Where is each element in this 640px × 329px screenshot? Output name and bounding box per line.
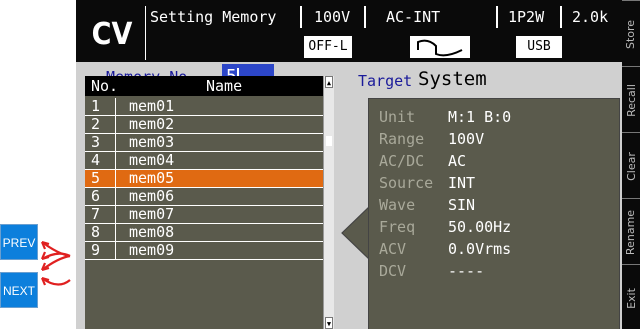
header-divider bbox=[364, 6, 366, 28]
softkey-store[interactable]: Store bbox=[622, 0, 640, 67]
row-name: mem02 bbox=[129, 115, 175, 133]
sine-wave-icon bbox=[410, 36, 470, 58]
memory-list[interactable]: No. Name 1 mem01 2 mem02 3 mem03 4 mem04 5 mem05 6… bbox=[85, 76, 332, 329]
status-header: CV Setting Memory 100V AC-INT 1P2W 2.0k … bbox=[76, 0, 622, 62]
detail-label: AC/DC bbox=[379, 152, 425, 170]
row-divider bbox=[115, 152, 116, 169]
row-divider bbox=[115, 134, 116, 151]
row-name: mem09 bbox=[129, 241, 175, 259]
list-item[interactable]: 5 mem05 bbox=[85, 170, 332, 187]
header-divider bbox=[496, 6, 498, 28]
phase-indicator: 1P2W bbox=[508, 8, 545, 26]
source-indicator: AC-INT bbox=[386, 8, 441, 26]
softkey-bar: Store Recall Clear Rename Exit bbox=[622, 0, 640, 329]
row-name: mem05 bbox=[129, 169, 175, 187]
detail-value: AC bbox=[448, 152, 467, 170]
list-item[interactable]: 9 mem09 bbox=[85, 242, 332, 259]
row-number: 3 bbox=[91, 133, 101, 151]
detail-label: Unit bbox=[379, 108, 416, 126]
list-item[interactable]: 6 mem06 bbox=[85, 188, 332, 205]
detail-label: Freq bbox=[379, 218, 416, 236]
row-number: 7 bbox=[91, 205, 101, 223]
row-divider bbox=[115, 98, 116, 115]
detail-label: DCV bbox=[379, 262, 407, 280]
device-screen: CV Setting Memory 100V AC-INT 1P2W 2.0k … bbox=[76, 0, 640, 329]
detail-value: INT bbox=[448, 174, 476, 192]
detail-value: 100V bbox=[448, 130, 485, 148]
memory-details-panel: Unit M:1 B:0 Range 100V AC/DC AC Source INT Wave… bbox=[368, 98, 620, 329]
row-number: 5 bbox=[91, 169, 101, 187]
row-number: 4 bbox=[91, 151, 101, 169]
target-value: System bbox=[418, 68, 487, 90]
next-button[interactable]: NEXT bbox=[0, 272, 38, 308]
target-label: Target bbox=[358, 72, 413, 90]
sine-wave-icon bbox=[417, 39, 463, 57]
detail-label: Source bbox=[379, 174, 434, 192]
softkey-label: Recall bbox=[624, 83, 638, 117]
capacity-indicator: 2.0k bbox=[572, 8, 609, 26]
list-item[interactable]: 2 mem02 bbox=[85, 116, 332, 133]
list-header: No. Name bbox=[85, 76, 332, 96]
softkey-label: Exit bbox=[624, 287, 638, 309]
output-status-badge: OFF-L bbox=[304, 36, 352, 58]
list-scrollbar[interactable]: ▲ ▼ bbox=[323, 76, 334, 329]
row-name: mem03 bbox=[129, 133, 175, 151]
row-name: mem01 bbox=[129, 97, 175, 115]
row-name: mem04 bbox=[129, 151, 175, 169]
row-number: 9 bbox=[91, 241, 101, 259]
row-separator bbox=[85, 259, 332, 260]
softkey-label: Store bbox=[624, 19, 638, 49]
header-divider bbox=[300, 6, 302, 28]
row-divider bbox=[115, 242, 116, 259]
scroll-thumb[interactable] bbox=[326, 136, 332, 146]
screen-title: Setting Memory bbox=[150, 8, 277, 26]
row-number: 2 bbox=[91, 115, 101, 133]
row-divider bbox=[115, 188, 116, 205]
row-divider bbox=[115, 170, 116, 187]
row-name: mem07 bbox=[129, 205, 175, 223]
header-divider bbox=[560, 6, 562, 28]
row-divider bbox=[115, 116, 116, 133]
range-indicator: 100V bbox=[314, 8, 351, 26]
detail-label: Wave bbox=[379, 196, 416, 214]
detail-label: Range bbox=[379, 130, 425, 148]
list-item[interactable]: 7 mem07 bbox=[85, 206, 332, 223]
detail-value: M:1 B:0 bbox=[448, 108, 512, 126]
list-item[interactable]: 1 mem01 bbox=[85, 98, 332, 115]
row-divider bbox=[115, 224, 116, 241]
row-name: mem08 bbox=[129, 223, 175, 241]
row-number: 6 bbox=[91, 187, 101, 205]
softkey-label: Rename bbox=[624, 209, 638, 255]
list-item[interactable]: 8 mem08 bbox=[85, 224, 332, 241]
mode-indicator: CV bbox=[91, 17, 133, 52]
row-number: 1 bbox=[91, 97, 101, 115]
scroll-down-icon[interactable]: ▼ bbox=[325, 317, 333, 329]
softkey-exit[interactable]: Exit bbox=[622, 264, 640, 329]
nav-arrows-icon bbox=[40, 240, 71, 286]
list-item[interactable]: 4 mem04 bbox=[85, 152, 332, 169]
detail-value: SIN bbox=[448, 196, 476, 214]
row-divider bbox=[115, 206, 116, 223]
softkey-label: Clear bbox=[624, 151, 638, 181]
list-item[interactable]: 3 mem03 bbox=[85, 134, 332, 151]
usb-badge: USB bbox=[516, 36, 562, 58]
detail-value: 0.0Vrms bbox=[448, 240, 512, 258]
softkey-clear[interactable]: Clear bbox=[622, 132, 640, 199]
header-divider bbox=[145, 6, 146, 60]
row-name: mem06 bbox=[129, 187, 175, 205]
column-header-no: No. bbox=[91, 77, 119, 95]
detail-label: ACV bbox=[379, 240, 407, 258]
detail-value: ---- bbox=[448, 262, 485, 280]
row-number: 8 bbox=[91, 223, 101, 241]
column-header-name: Name bbox=[206, 77, 243, 95]
detail-value: 50.00Hz bbox=[448, 218, 512, 236]
softkey-rename[interactable]: Rename bbox=[622, 198, 640, 265]
prev-button[interactable]: PREV bbox=[0, 224, 38, 260]
scroll-up-icon[interactable]: ▲ bbox=[325, 76, 333, 88]
softkey-recall[interactable]: Recall bbox=[622, 66, 640, 133]
